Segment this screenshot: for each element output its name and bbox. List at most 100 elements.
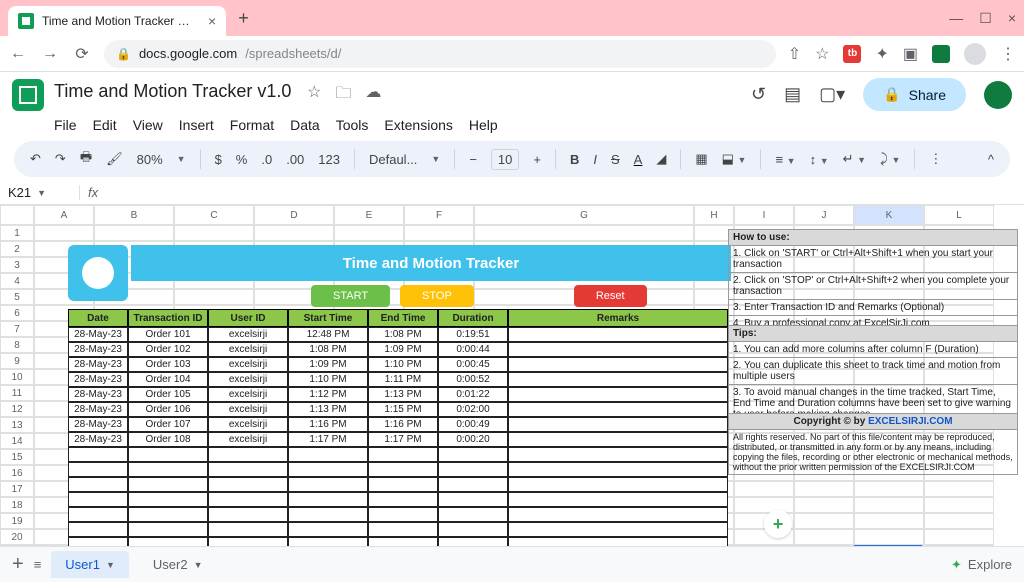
table-row[interactable]: 28-May-23Order 102excelsirji1:08 PM1:09 … <box>68 342 728 357</box>
minimize-icon[interactable]: — <box>949 10 963 27</box>
cell[interactable] <box>474 225 694 241</box>
table-row[interactable]: 28-May-23Order 104excelsirji1:10 PM1:11 … <box>68 372 728 387</box>
font-size-input[interactable]: 10 <box>498 152 512 167</box>
back-icon[interactable]: ← <box>8 45 28 63</box>
profile-icon[interactable] <box>964 43 986 65</box>
row-header[interactable]: 11 <box>0 385 34 401</box>
table-row[interactable]: 28-May-23Order 107excelsirji1:16 PM1:16 … <box>68 417 728 432</box>
decrease-decimal-icon[interactable]: .0 <box>261 152 272 167</box>
fill-color-icon[interactable]: ◢ <box>656 151 666 167</box>
merge-icon[interactable]: ⬓ ▼ <box>722 151 747 167</box>
bold-icon[interactable]: B <box>570 152 579 167</box>
table-row[interactable] <box>68 492 728 507</box>
user-avatar[interactable] <box>984 81 1012 109</box>
table-row[interactable]: 28-May-23Order 103excelsirji1:09 PM1:10 … <box>68 357 728 372</box>
google-sheets-logo-icon[interactable] <box>12 79 44 111</box>
undo-icon[interactable]: ↶ <box>30 151 41 167</box>
history-icon[interactable]: ↺ <box>751 84 766 105</box>
row-header[interactable]: 18 <box>0 497 34 513</box>
col-header-B[interactable]: B <box>94 205 174 225</box>
browser-tab[interactable]: Time and Motion Tracker v1.0 - G × <box>8 6 226 36</box>
cell[interactable] <box>794 481 854 497</box>
cell[interactable] <box>854 481 924 497</box>
table-row[interactable] <box>68 522 728 537</box>
print-icon[interactable]: 🖶 <box>80 148 92 170</box>
meet-icon[interactable]: ▢▾ <box>819 84 845 105</box>
menu-format[interactable]: Format <box>230 117 274 133</box>
cell[interactable] <box>734 481 794 497</box>
text-color-icon[interactable]: A <box>634 152 643 167</box>
row-header[interactable]: 5 <box>0 289 34 305</box>
doc-name[interactable]: Time and Motion Tracker v1.0 <box>54 81 291 102</box>
row-header[interactable]: 17 <box>0 481 34 497</box>
table-row[interactable] <box>68 462 728 477</box>
borders-icon[interactable]: ▦ <box>695 151 707 167</box>
wrap-icon[interactable]: ↵ ▼ <box>843 151 866 167</box>
share-button[interactable]: 🔒 Share <box>863 78 966 111</box>
row-header[interactable]: 8 <box>0 337 34 353</box>
row-header[interactable]: 14 <box>0 433 34 449</box>
cell[interactable] <box>854 513 924 529</box>
cell[interactable] <box>794 513 854 529</box>
cell[interactable] <box>924 529 994 545</box>
menu-file[interactable]: File <box>54 117 77 133</box>
cell[interactable] <box>854 497 924 513</box>
col-header-I[interactable]: I <box>734 205 794 225</box>
redo-icon[interactable]: ↷ <box>55 151 66 167</box>
menu-data[interactable]: Data <box>290 117 320 133</box>
col-header-F[interactable]: F <box>404 205 474 225</box>
close-window-icon[interactable]: × <box>1008 10 1016 27</box>
stop-button[interactable]: STOP <box>400 285 474 307</box>
cell[interactable] <box>924 513 994 529</box>
font-size-minus[interactable]: − <box>469 152 477 167</box>
close-tab-icon[interactable]: × <box>208 13 216 29</box>
comments-icon[interactable]: ▤ <box>784 84 801 105</box>
cell[interactable] <box>334 225 404 241</box>
extension-excel-icon[interactable] <box>932 45 950 63</box>
add-sheet-button[interactable]: + <box>12 553 24 576</box>
all-sheets-icon[interactable]: ≡ <box>34 557 42 572</box>
cell[interactable] <box>794 497 854 513</box>
maximize-icon[interactable]: ☐ <box>979 10 992 27</box>
bookmark-icon[interactable]: ☆ <box>815 44 829 64</box>
percent-icon[interactable]: % <box>236 152 248 167</box>
format-number-icon[interactable]: 123 <box>318 152 340 167</box>
name-box[interactable]: K21▼ <box>0 185 80 200</box>
row-header[interactable]: 9 <box>0 353 34 369</box>
col-header-H[interactable]: H <box>694 205 734 225</box>
forward-icon[interactable]: → <box>40 45 60 63</box>
move-icon[interactable]: 🗀 <box>335 82 351 109</box>
font-size-plus[interactable]: + <box>533 152 541 167</box>
cell[interactable] <box>404 225 474 241</box>
col-header-G[interactable]: G <box>474 205 694 225</box>
excelsirji-link[interactable]: EXCELSIRJI.COM <box>868 416 952 427</box>
row-header[interactable]: 2 <box>0 241 34 257</box>
cell[interactable] <box>924 481 994 497</box>
font-select[interactable]: Defaul... <box>369 152 417 167</box>
table-row[interactable] <box>68 507 728 522</box>
paint-format-icon[interactable]: 🖌 <box>106 151 123 167</box>
rotate-icon[interactable]: ⤸ ▼ <box>880 151 900 167</box>
row-header[interactable]: 19 <box>0 513 34 529</box>
table-row[interactable] <box>68 477 728 492</box>
col-header-A[interactable]: A <box>34 205 94 225</box>
cell[interactable] <box>924 497 994 513</box>
currency-icon[interactable]: $ <box>215 152 222 167</box>
new-tab-button[interactable]: + <box>238 8 249 29</box>
extension-1-icon[interactable]: tb <box>843 45 861 63</box>
halign-icon[interactable]: ≡ ▼ <box>775 152 795 167</box>
row-header[interactable]: 15 <box>0 449 34 465</box>
sheet-tab-user1[interactable]: User1▼ <box>51 551 129 578</box>
menu-edit[interactable]: Edit <box>93 117 117 133</box>
row-header[interactable]: 6 <box>0 305 34 321</box>
cloud-status-icon[interactable]: ☁ <box>365 82 381 109</box>
row-header[interactable]: 1 <box>0 225 34 241</box>
row-header[interactable]: 4 <box>0 273 34 289</box>
cell[interactable] <box>254 225 334 241</box>
share-page-icon[interactable]: ⇧ <box>788 44 801 64</box>
row-header[interactable]: 20 <box>0 529 34 545</box>
increase-decimal-icon[interactable]: .00 <box>286 152 304 167</box>
row-header[interactable]: 16 <box>0 465 34 481</box>
cell[interactable] <box>734 497 794 513</box>
col-header-J[interactable]: J <box>794 205 854 225</box>
